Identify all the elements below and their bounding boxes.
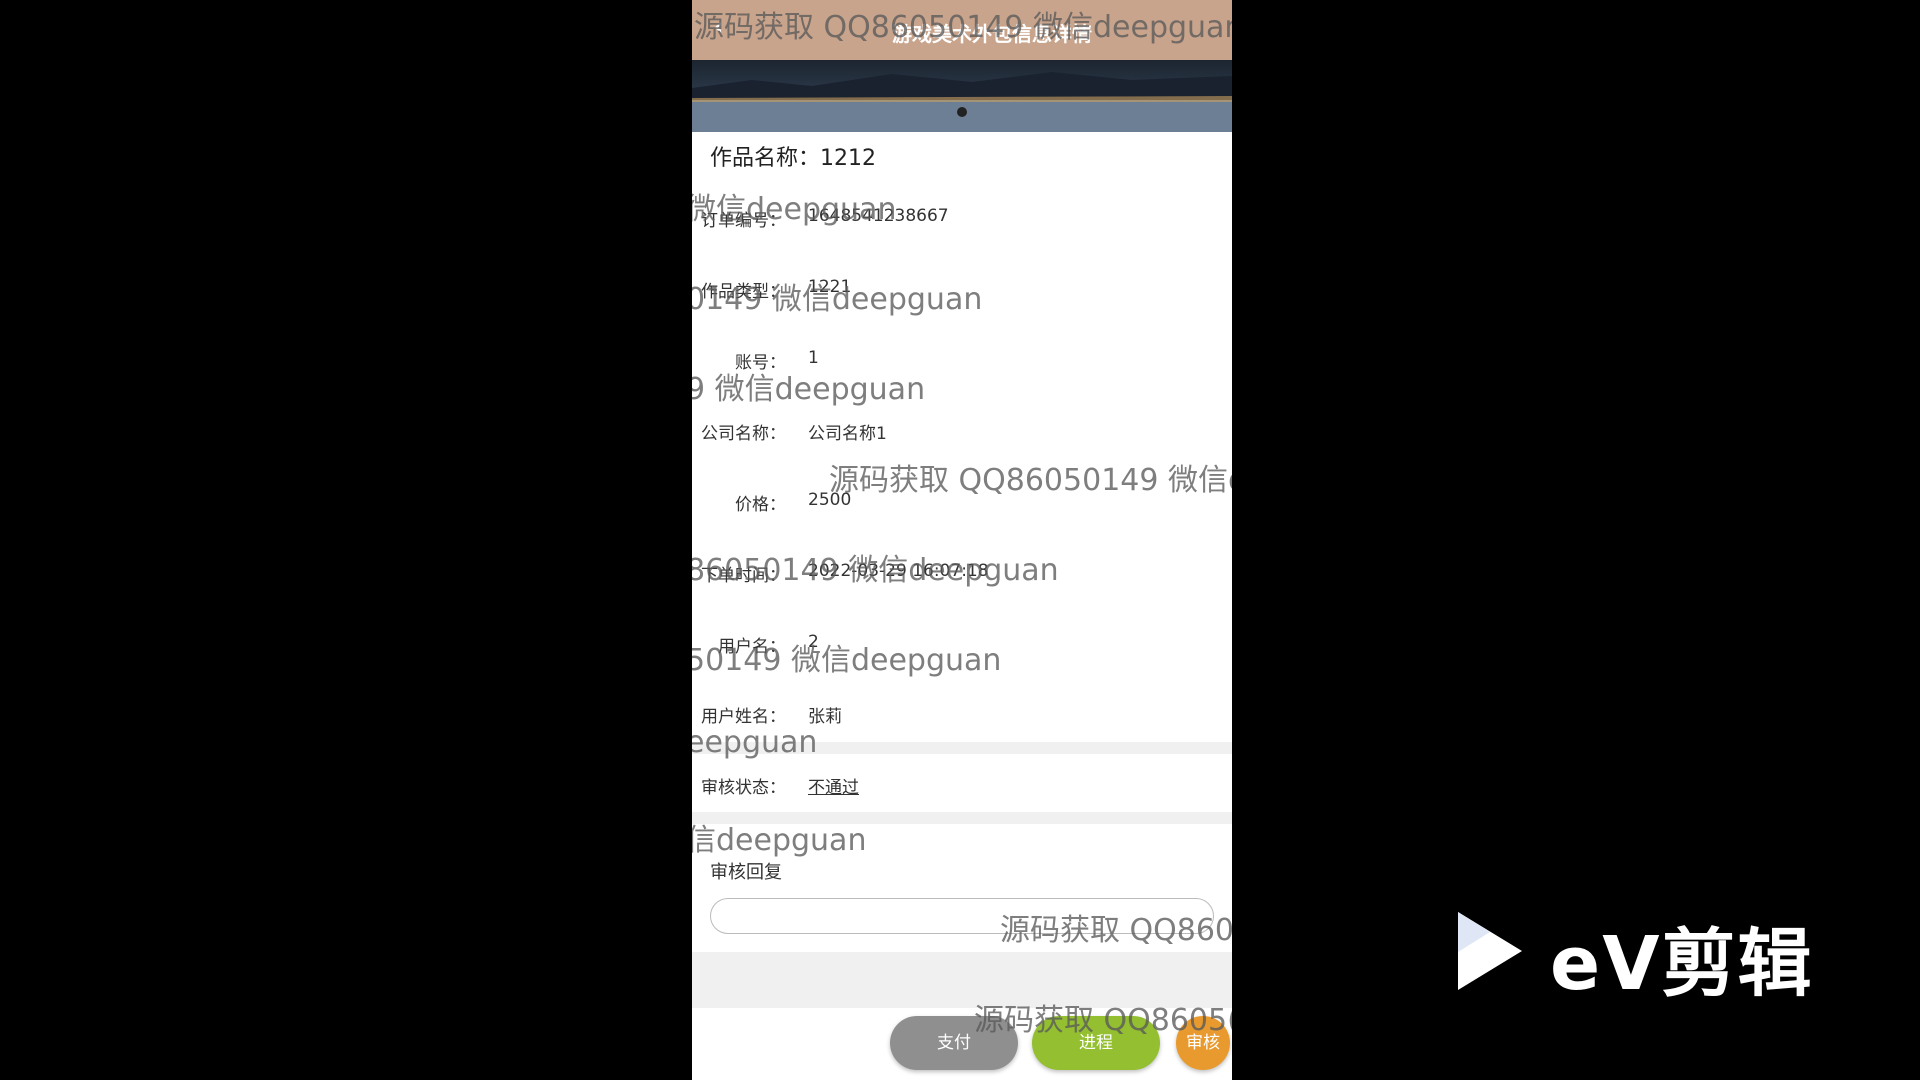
field-label: 审核状态： xyxy=(701,778,786,798)
field-label: 用户名： xyxy=(718,637,786,657)
footer-spacer xyxy=(692,952,1232,1008)
field-label: 下单时间： xyxy=(701,566,786,586)
app-header: ‹ 游戏美术外包信息详情 xyxy=(692,0,1232,60)
field-label: 作品类型： xyxy=(701,282,786,302)
review-reply-input[interactable] xyxy=(710,898,1214,934)
logo-text: eV剪辑 xyxy=(1550,921,1814,1007)
field-label: 用户姓名： xyxy=(701,707,786,727)
field-value: 2022-03-29 16:07:18 xyxy=(808,561,989,581)
field-label: 账号： xyxy=(735,353,786,373)
field-value: 1221 xyxy=(808,277,852,297)
work-title-row: 作品名称：1212 xyxy=(710,140,876,172)
field-value: 张莉 xyxy=(808,707,842,727)
field-company-name: 公司名称： 公司名称1 xyxy=(692,419,1232,455)
field-work-type: 作品类型： 1221 xyxy=(692,277,1232,313)
page-title: 游戏美术外包信息详情 xyxy=(892,22,1092,46)
progress-button[interactable]: 进程 xyxy=(1032,1016,1160,1070)
review-status-value[interactable]: 不通过 xyxy=(808,773,859,798)
field-account: 账号： 1 xyxy=(692,348,1232,384)
field-value: 1 xyxy=(808,348,819,368)
play-icon xyxy=(1458,912,1522,990)
field-value: 2500 xyxy=(808,490,852,510)
landscape-image xyxy=(692,72,1232,132)
work-title-label: 作品名称： xyxy=(710,146,821,171)
work-title-value: 1212 xyxy=(820,146,877,171)
field-value: 公司名称1 xyxy=(808,424,887,444)
review-button[interactable]: 审核 xyxy=(1176,1016,1230,1070)
back-arrow-icon[interactable]: ‹ xyxy=(714,16,732,40)
field-user-realname: 用户姓名： 张莉 xyxy=(692,702,1232,738)
field-label: 价格： xyxy=(735,495,786,515)
ev-logo: eV剪辑 xyxy=(1450,900,1830,1007)
field-label: 公司名称： xyxy=(701,424,786,444)
phone-screen: ‹ 游戏美术外包信息详情 作品名称：1212 订单编号： 16485412386… xyxy=(692,0,1232,1080)
carousel-indicator[interactable] xyxy=(957,107,967,117)
banner-image xyxy=(692,60,1232,132)
field-order-time: 下单时间： 2022-03-29 16:07:18 xyxy=(692,561,1232,597)
field-order-number: 订单编号： 1648541238667 xyxy=(692,206,1232,242)
field-username: 用户名： 2 xyxy=(692,632,1232,668)
field-price: 价格： 2500 xyxy=(692,490,1232,526)
field-review-status: 审核状态： 不通过 xyxy=(692,773,1232,809)
divider xyxy=(692,812,1232,824)
field-value: 1648541238667 xyxy=(808,206,949,226)
divider xyxy=(692,742,1232,754)
pay-button[interactable]: 支付 xyxy=(890,1016,1018,1070)
field-value: 2 xyxy=(808,632,819,652)
review-reply-label: 审核回复 xyxy=(710,862,782,883)
field-label: 订单编号： xyxy=(701,211,786,231)
